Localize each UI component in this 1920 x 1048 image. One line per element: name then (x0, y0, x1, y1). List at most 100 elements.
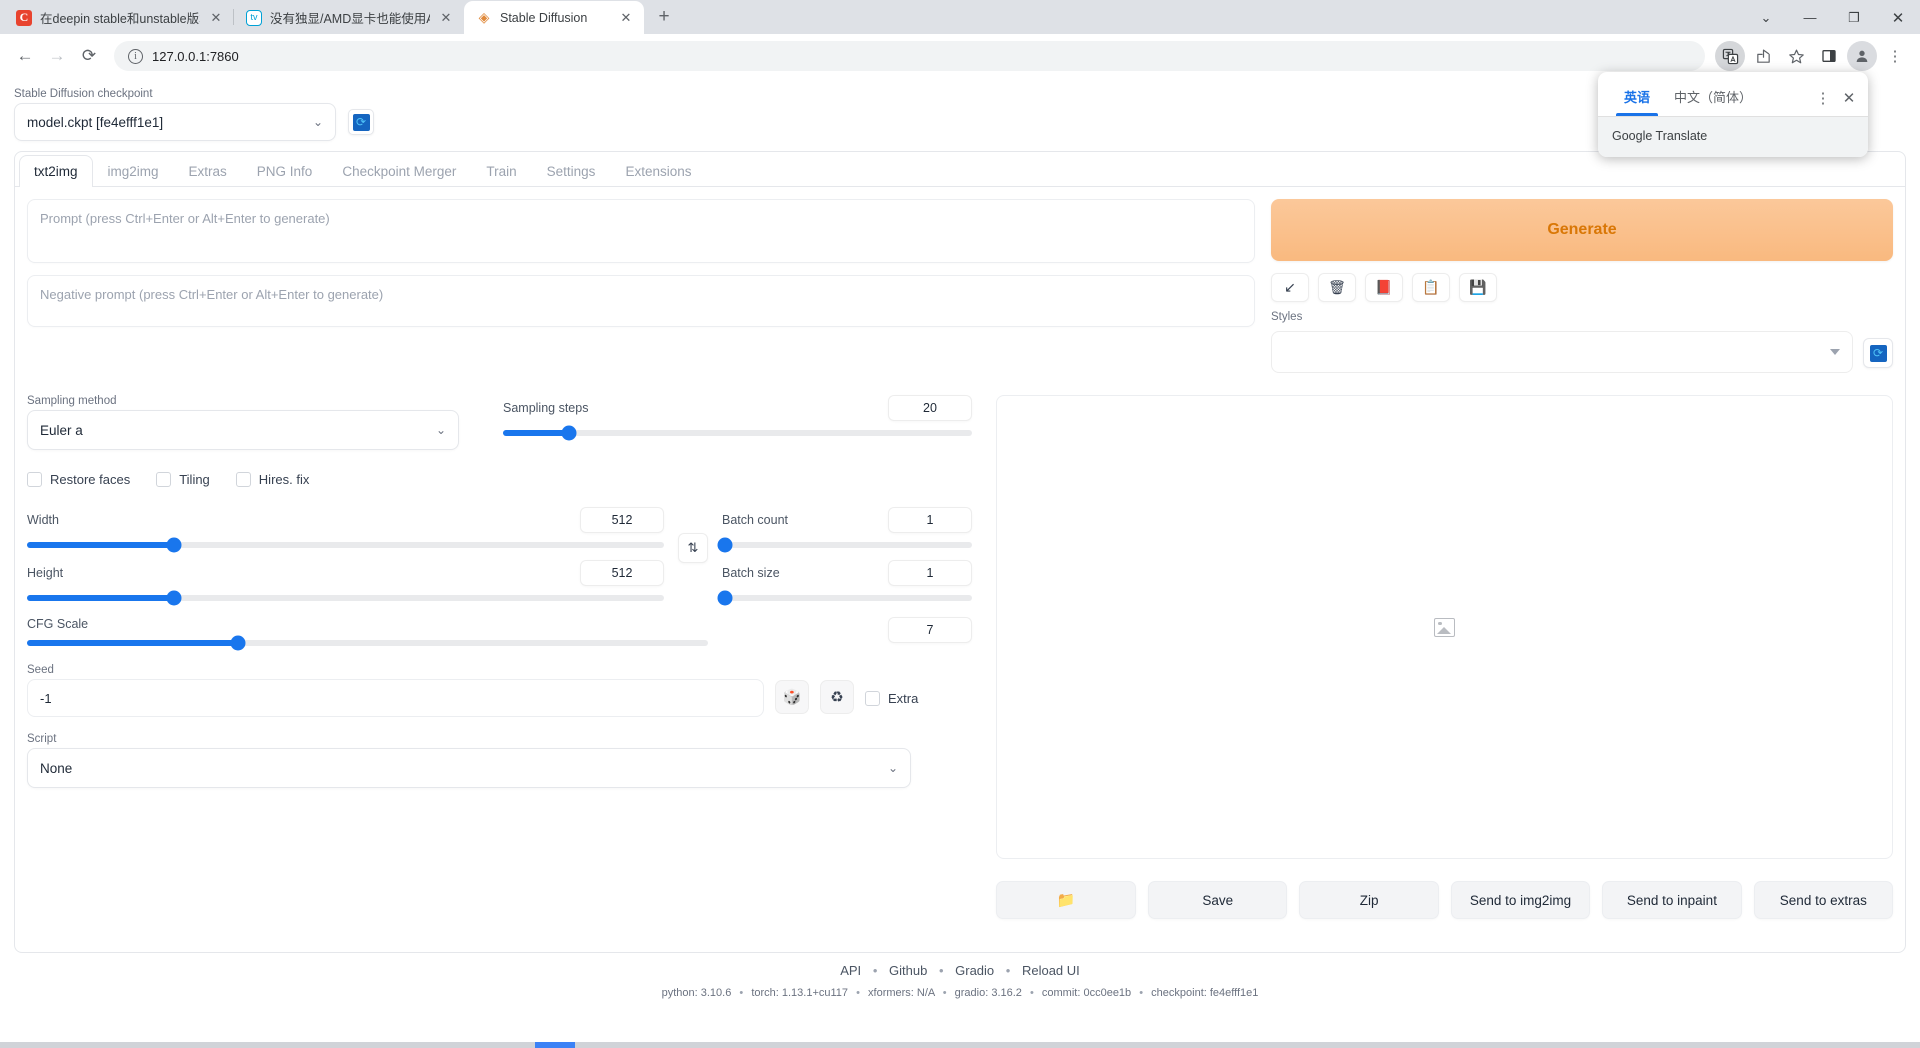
cfg-scale-value[interactable]: 7 (888, 617, 972, 643)
negative-prompt-input[interactable]: Negative prompt (press Ctrl+Enter or Alt… (27, 275, 1255, 327)
tiling-checkbox[interactable]: Tiling (156, 472, 210, 487)
restore-faces-label: Restore faces (50, 472, 131, 487)
chevron-down-icon (1830, 349, 1840, 355)
site-info-icon[interactable]: i (128, 48, 143, 64)
slider-knob[interactable] (717, 590, 732, 606)
clipboard-icon[interactable]: 📋 (1412, 273, 1450, 302)
recycle-icon[interactable]: ♻ (820, 680, 854, 714)
window-close-button[interactable]: ✕ (1876, 1, 1920, 34)
side-panel-icon[interactable] (1814, 41, 1844, 71)
reload-icon[interactable]: ⟳ (74, 41, 104, 71)
sampling-steps-slider[interactable] (503, 425, 972, 441)
extra-checkbox[interactable]: Extra (865, 690, 918, 706)
floppy-save-icon[interactable]: 💾 (1459, 273, 1497, 302)
tab-img2img[interactable]: img2img (93, 155, 174, 187)
toolbar-icons: ⋮ (1715, 41, 1910, 71)
send-to-inpaint-button[interactable]: Send to inpaint (1602, 881, 1742, 919)
window-controls: ⌄ — ❐ ✕ (1744, 1, 1920, 34)
close-icon[interactable]: ✕ (438, 10, 454, 26)
tab-checkpoint-merger[interactable]: Checkpoint Merger (327, 155, 471, 187)
maximize-restore-button[interactable]: ❐ (1832, 1, 1876, 34)
prompt-input[interactable]: Prompt (press Ctrl+Enter or Alt+Enter to… (27, 199, 1255, 263)
width-value[interactable]: 512 (580, 507, 664, 533)
browser-tab-title: 没有独显/AMD显卡也能使用AI画 (270, 12, 430, 26)
save-button[interactable]: Save (1148, 881, 1288, 919)
arrow-down-left-icon[interactable]: ↙ (1271, 273, 1309, 302)
translate-language-tabs: 英语 中文（简体） (1612, 79, 1810, 116)
sampling-steps-value[interactable]: 20 (888, 395, 972, 421)
translate-popup-footer: Google Translate (1598, 117, 1868, 157)
close-icon[interactable]: ✕ (208, 10, 224, 26)
sampler-and-steps: Sampling method Euler a ⌄ Restore faces (27, 395, 972, 487)
send-to-img2img-button[interactable]: Send to img2img (1450, 881, 1591, 919)
styles-refresh-button[interactable]: ⟳ (1863, 338, 1893, 368)
sampling-method-select[interactable]: Euler a ⌄ (27, 410, 459, 450)
trash-icon[interactable]: 🗑 (1318, 273, 1356, 302)
profile-avatar-icon[interactable] (1847, 41, 1877, 71)
script-select[interactable]: None ⌄ (27, 748, 911, 788)
width-slider[interactable] (27, 537, 664, 553)
height-slider[interactable] (27, 590, 664, 606)
back-icon[interactable]: ← (10, 41, 40, 71)
open-folder-button[interactable]: 📁 (996, 881, 1136, 919)
translate-close-icon[interactable]: ✕ (1836, 85, 1862, 111)
height-head: Height 512 (27, 560, 664, 586)
output-gallery[interactable] (996, 395, 1893, 859)
dice-icon[interactable]: 🎲 (775, 680, 809, 714)
tab-png-info[interactable]: PNG Info (242, 155, 328, 187)
send-to-extras-button[interactable]: Send to extras (1753, 881, 1894, 919)
hires-fix-label: Hires. fix (258, 472, 310, 487)
slider-knob[interactable] (166, 537, 181, 553)
tab-settings[interactable]: Settings (532, 155, 611, 187)
slider-knob[interactable] (230, 635, 246, 651)
translate-more-icon[interactable]: ⋮ (1810, 85, 1836, 111)
tab-extras[interactable]: Extras (174, 155, 242, 187)
close-icon[interactable]: ✕ (618, 10, 634, 26)
dimensions-block: Width 512 Height 512 ⇅ Batch count 1 Bat… (27, 507, 972, 606)
bilibili-icon: tv (246, 9, 262, 26)
translate-icon[interactable] (1715, 41, 1745, 71)
browser-tab-stable-diffusion[interactable]: ◈ Stable Diffusion ✕ (464, 1, 644, 34)
address-bar[interactable]: i 127.0.0.1:7860 (114, 41, 1705, 71)
batch-size-value[interactable]: 1 (888, 560, 972, 586)
restore-faces-checkbox[interactable]: Restore faces (27, 472, 130, 487)
batch-count-value[interactable]: 1 (888, 507, 972, 533)
tab-extensions[interactable]: Extensions (610, 155, 706, 187)
checkbox-icon (865, 690, 880, 706)
hires-fix-checkbox[interactable]: Hires. fix (235, 472, 310, 487)
share-icon[interactable] (1748, 41, 1778, 71)
new-tab-button[interactable]: + (650, 3, 678, 31)
tab-txt2img[interactable]: txt2img (19, 155, 93, 187)
zip-button[interactable]: Zip (1299, 881, 1439, 919)
card-index-icon[interactable]: 📕 (1365, 273, 1403, 302)
generate-button[interactable]: Generate (1271, 199, 1893, 261)
seed-input[interactable]: -1 (27, 679, 764, 717)
height-value[interactable]: 512 (580, 560, 664, 586)
translate-tab-english[interactable]: 英语 (1612, 79, 1662, 116)
checkpoint-select[interactable]: model.ckpt [fe4efff1e1] ⌄ (14, 103, 336, 141)
slider-knob[interactable] (166, 590, 181, 606)
slider-fill (503, 430, 569, 436)
swap-dimensions-button[interactable]: ⇅ (678, 533, 708, 563)
batch-count-label: Batch count (722, 513, 789, 527)
taskbar-active-indicator (535, 1042, 575, 1048)
checkpoint-refresh-button[interactable]: ⟳ (348, 109, 374, 135)
bookmark-star-icon[interactable] (1781, 41, 1811, 71)
forward-icon[interactable]: → (42, 41, 72, 71)
sampling-method-value: Euler a (40, 422, 83, 438)
minimize-button[interactable]: — (1788, 1, 1832, 34)
more-menu-icon[interactable]: ⋮ (1880, 41, 1910, 71)
styles-select[interactable] (1271, 331, 1853, 373)
slider-knob[interactable] (561, 425, 577, 441)
chevron-down-icon[interactable]: ⌄ (1744, 1, 1788, 34)
batch-size-slider[interactable] (717, 590, 972, 606)
batch-count-slider[interactable] (717, 537, 972, 553)
checkpoint-field: Stable Diffusion checkpoint model.ckpt [… (14, 88, 336, 141)
slider-knob[interactable] (717, 537, 732, 553)
browser-tab-bilibili[interactable]: tv 没有独显/AMD显卡也能使用AI画 ✕ (233, 1, 464, 34)
cfg-scale-slider[interactable] (27, 635, 708, 651)
translate-tab-chinese[interactable]: 中文（简体） (1662, 79, 1764, 116)
browser-tab-csdn[interactable]: C 在deepin stable和unstable版本 ✕ (4, 1, 234, 34)
cfg-value-wrap: 7 (722, 617, 972, 646)
tab-train[interactable]: Train (471, 155, 531, 187)
